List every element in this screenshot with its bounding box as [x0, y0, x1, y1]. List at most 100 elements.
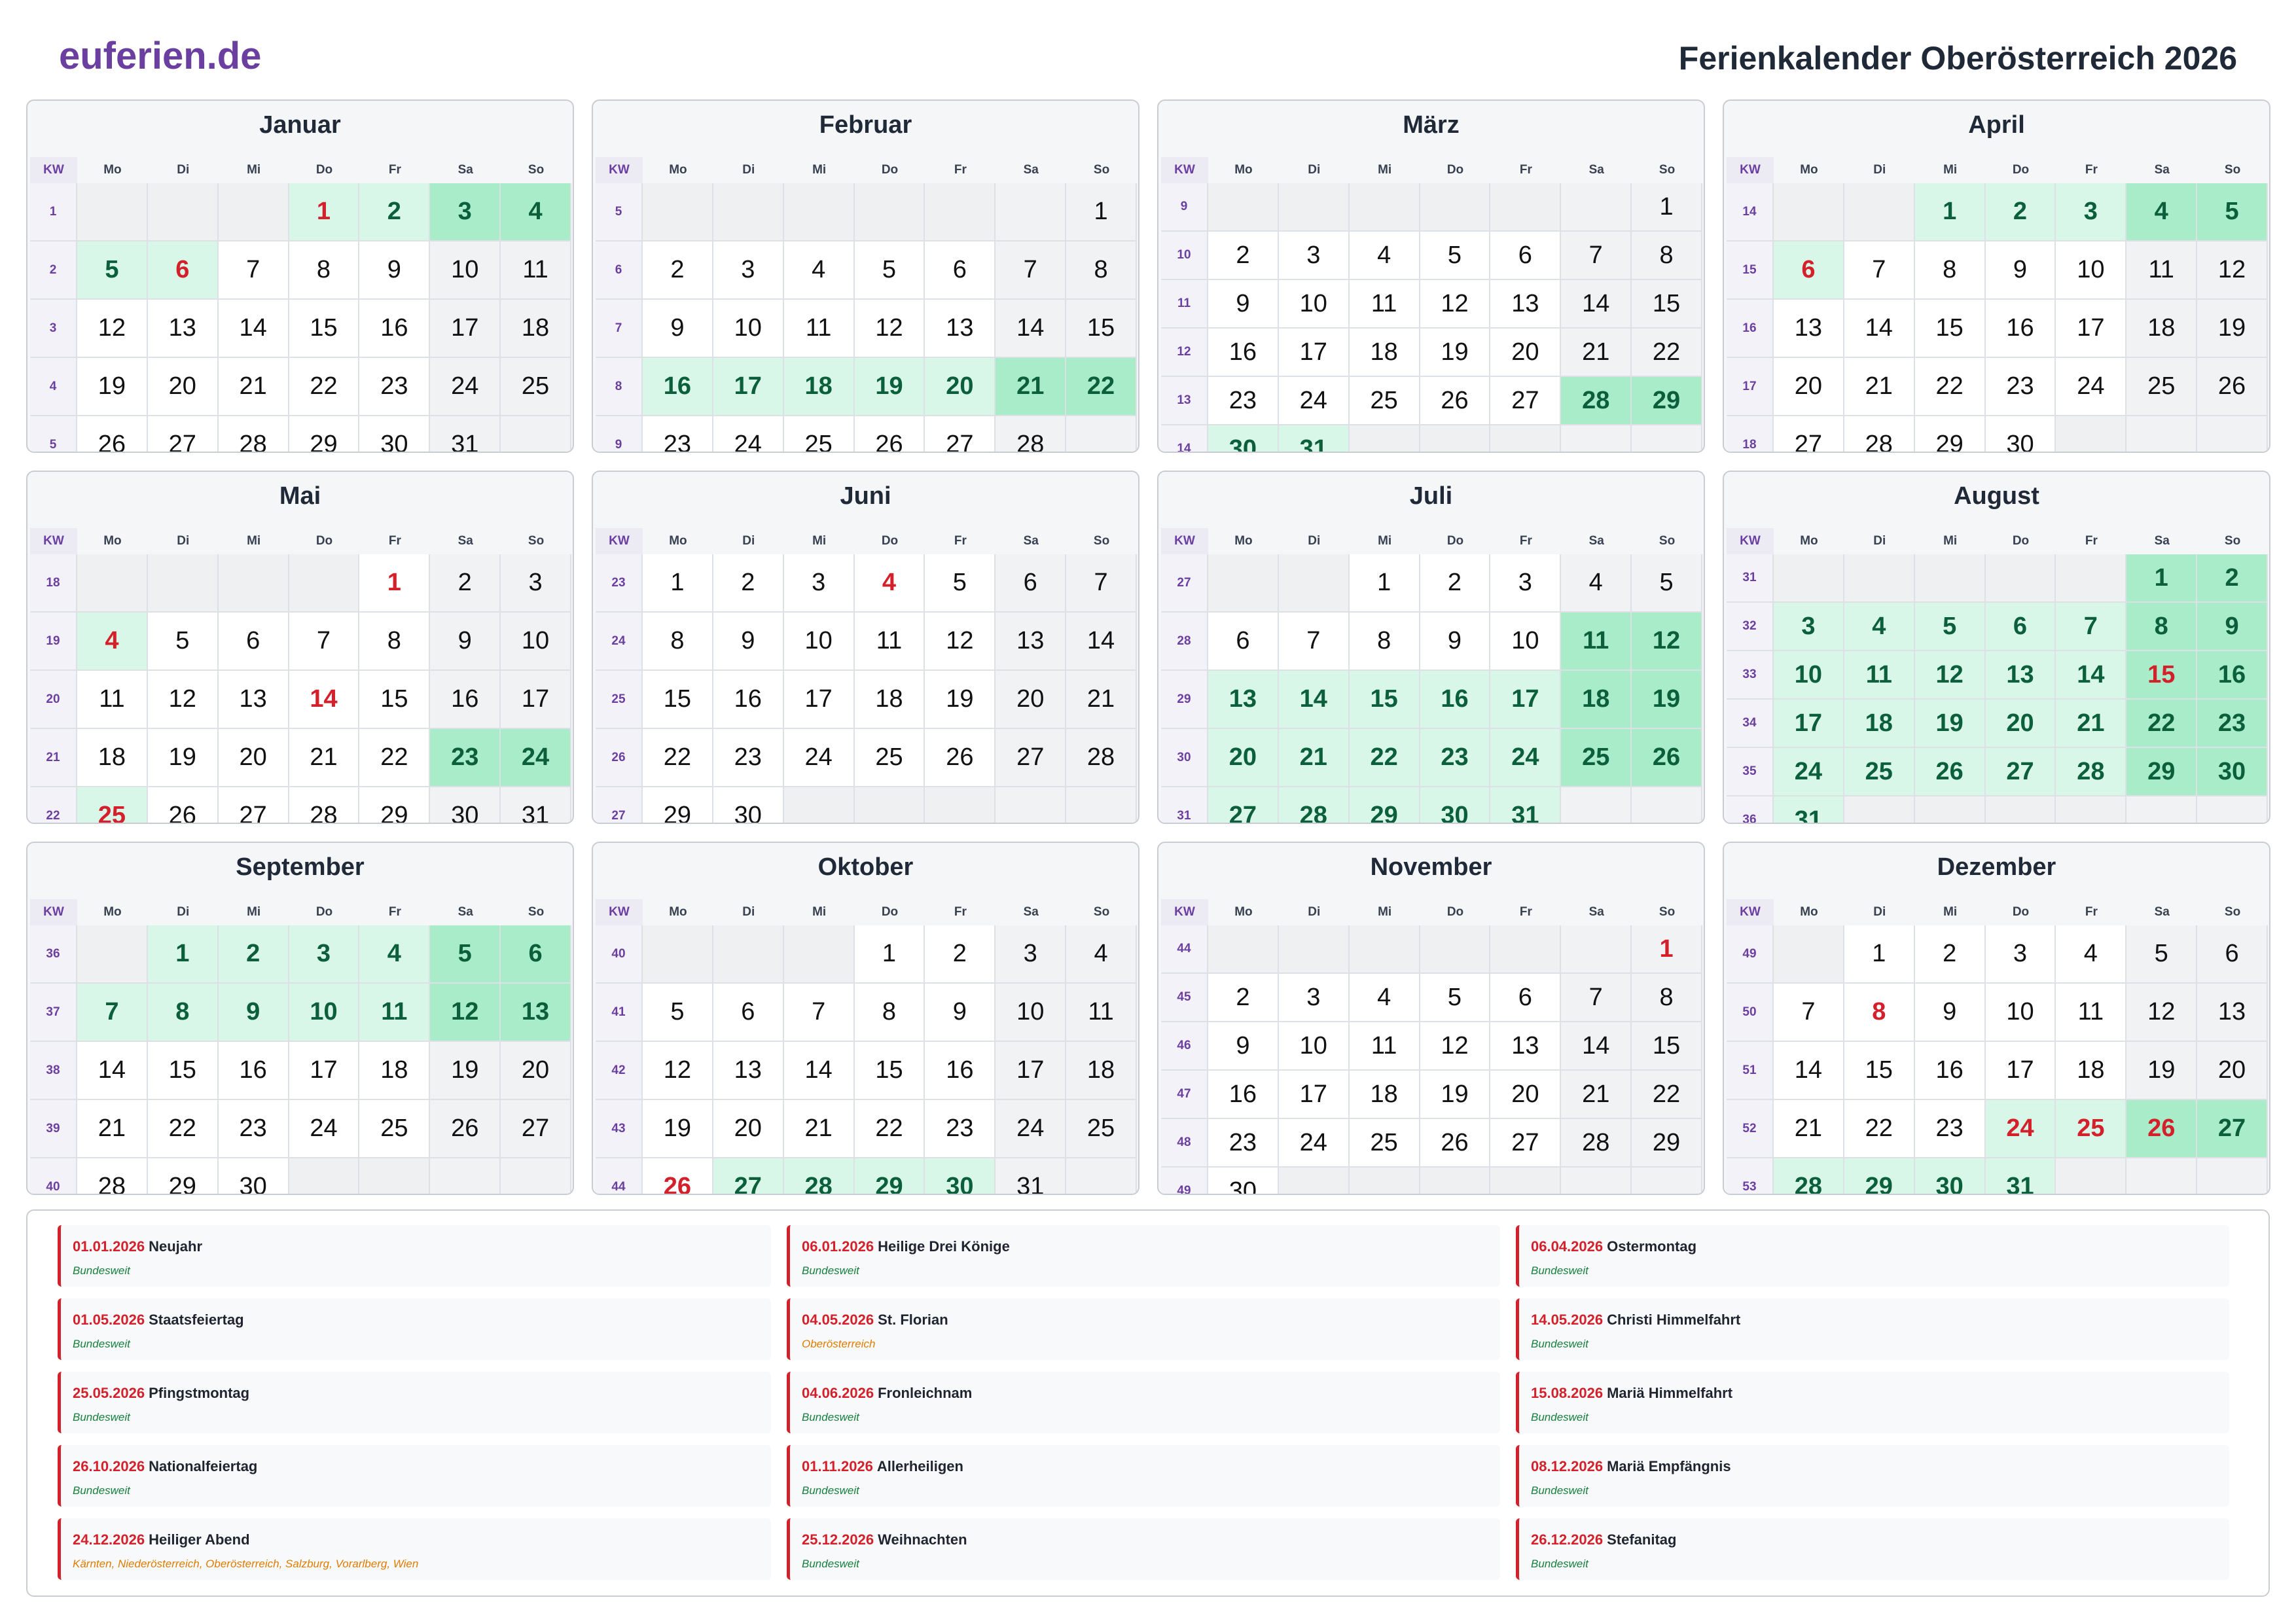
day-cell[interactable]: 20 — [713, 1100, 784, 1158]
day-cell[interactable]: 19 — [1420, 1071, 1491, 1119]
day-cell[interactable]: 6 — [2197, 925, 2268, 984]
day-cell[interactable]: 22 — [1914, 358, 1986, 416]
day-cell[interactable]: 8 — [359, 613, 431, 671]
day-cell[interactable]: 6 — [1490, 232, 1562, 280]
day-cell[interactable]: 4 — [1844, 603, 1915, 651]
day-cell[interactable]: 4 — [2056, 925, 2127, 984]
day-cell[interactable]: 22 — [289, 358, 360, 416]
day-cell[interactable]: 29 — [147, 1158, 219, 1194]
day-cell[interactable]: 23 — [925, 1100, 996, 1158]
day-cell[interactable]: 31 — [1774, 796, 1844, 823]
day-cell[interactable]: 19 — [925, 671, 996, 729]
day-cell[interactable]: 28 — [77, 1158, 148, 1194]
day-cell[interactable]: 12 — [854, 300, 925, 358]
day-cell[interactable]: 4 — [854, 554, 925, 613]
day-cell[interactable]: 2 — [359, 183, 431, 241]
day-cell[interactable]: 9 — [643, 300, 713, 358]
day-cell[interactable]: 22 — [1066, 358, 1137, 416]
day-cell[interactable]: 17 — [2056, 300, 2127, 358]
day-cell[interactable]: 2 — [2197, 554, 2268, 603]
day-cell[interactable]: 24 — [2056, 358, 2127, 416]
day-cell[interactable]: 7 — [289, 613, 360, 671]
day-cell[interactable]: 21 — [1561, 1071, 1632, 1119]
day-cell[interactable]: 5 — [2197, 183, 2268, 241]
day-cell[interactable]: 20 — [1985, 700, 2056, 748]
day-cell[interactable]: 30 — [218, 1158, 289, 1194]
day-cell[interactable]: 1 — [643, 554, 713, 613]
day-cell[interactable]: 13 — [218, 671, 289, 729]
day-cell[interactable]: 9 — [1208, 280, 1279, 329]
day-cell[interactable]: 3 — [501, 554, 571, 613]
day-cell[interactable]: 10 — [1278, 1022, 1350, 1071]
day-cell[interactable]: 21 — [289, 729, 360, 787]
day-cell[interactable]: 11 — [2056, 984, 2127, 1042]
day-cell[interactable]: 18 — [2056, 1042, 2127, 1100]
day-cell[interactable]: 23 — [1985, 358, 2056, 416]
day-cell[interactable]: 2 — [1420, 554, 1491, 613]
day-cell[interactable]: 25 — [1844, 748, 1915, 796]
day-cell[interactable]: 13 — [147, 300, 219, 358]
day-cell[interactable]: 18 — [501, 300, 571, 358]
day-cell[interactable]: 20 — [147, 358, 219, 416]
day-cell[interactable]: 26 — [643, 1158, 713, 1194]
day-cell[interactable]: 13 — [1490, 1022, 1562, 1071]
day-cell[interactable]: 17 — [430, 300, 501, 358]
day-cell[interactable]: 8 — [1844, 984, 1915, 1042]
day-cell[interactable]: 23 — [1208, 1119, 1279, 1168]
day-cell[interactable]: 18 — [854, 671, 925, 729]
day-cell[interactable]: 23 — [218, 1100, 289, 1158]
day-cell[interactable]: 15 — [1632, 1022, 1702, 1071]
day-cell[interactable]: 23 — [643, 416, 713, 452]
day-cell[interactable]: 2 — [1208, 232, 1279, 280]
day-cell[interactable]: 17 — [1985, 1042, 2056, 1100]
day-cell[interactable]: 16 — [643, 358, 713, 416]
day-cell[interactable]: 20 — [2197, 1042, 2268, 1100]
day-cell[interactable]: 14 — [996, 300, 1067, 358]
day-cell[interactable]: 10 — [1490, 613, 1562, 671]
day-cell[interactable]: 15 — [1914, 300, 1986, 358]
day-cell[interactable]: 12 — [430, 984, 501, 1042]
day-cell[interactable]: 31 — [996, 1158, 1067, 1194]
day-cell[interactable]: 21 — [783, 1100, 855, 1158]
day-cell[interactable]: 24 — [501, 729, 571, 787]
day-cell[interactable]: 30 — [1208, 1168, 1279, 1194]
day-cell[interactable]: 1 — [147, 925, 219, 984]
day-cell[interactable]: 13 — [925, 300, 996, 358]
day-cell[interactable]: 19 — [147, 729, 219, 787]
day-cell[interactable]: 8 — [854, 984, 925, 1042]
day-cell[interactable]: 9 — [713, 613, 784, 671]
day-cell[interactable]: 4 — [1349, 232, 1420, 280]
day-cell[interactable]: 22 — [2126, 700, 2198, 748]
day-cell[interactable]: 20 — [925, 358, 996, 416]
day-cell[interactable]: 22 — [359, 729, 431, 787]
day-cell[interactable]: 19 — [854, 358, 925, 416]
day-cell[interactable]: 5 — [1632, 554, 1702, 613]
day-cell[interactable]: 19 — [2126, 1042, 2198, 1100]
day-cell[interactable]: 22 — [147, 1100, 219, 1158]
day-cell[interactable]: 30 — [1420, 787, 1491, 823]
day-cell[interactable]: 5 — [147, 613, 219, 671]
day-cell[interactable]: 29 — [1632, 1119, 1702, 1168]
day-cell[interactable]: 22 — [1632, 329, 1702, 377]
day-cell[interactable]: 7 — [1844, 241, 1915, 300]
day-cell[interactable]: 21 — [77, 1100, 148, 1158]
day-cell[interactable]: 9 — [2197, 603, 2268, 651]
day-cell[interactable]: 28 — [218, 416, 289, 452]
day-cell[interactable]: 14 — [1278, 671, 1350, 729]
day-cell[interactable]: 26 — [430, 1100, 501, 1158]
day-cell[interactable]: 9 — [218, 984, 289, 1042]
day-cell[interactable]: 18 — [2126, 300, 2198, 358]
day-cell[interactable]: 3 — [1490, 554, 1562, 613]
day-cell[interactable]: 9 — [359, 241, 431, 300]
day-cell[interactable]: 14 — [1561, 280, 1632, 329]
day-cell[interactable]: 10 — [430, 241, 501, 300]
day-cell[interactable]: 17 — [1278, 329, 1350, 377]
day-cell[interactable]: 24 — [713, 416, 784, 452]
day-cell[interactable]: 9 — [1420, 613, 1491, 671]
day-cell[interactable]: 15 — [854, 1042, 925, 1100]
day-cell[interactable]: 4 — [501, 183, 571, 241]
day-cell[interactable]: 11 — [2126, 241, 2198, 300]
day-cell[interactable]: 25 — [2126, 358, 2198, 416]
day-cell[interactable]: 10 — [1985, 984, 2056, 1042]
day-cell[interactable]: 8 — [1632, 974, 1702, 1022]
